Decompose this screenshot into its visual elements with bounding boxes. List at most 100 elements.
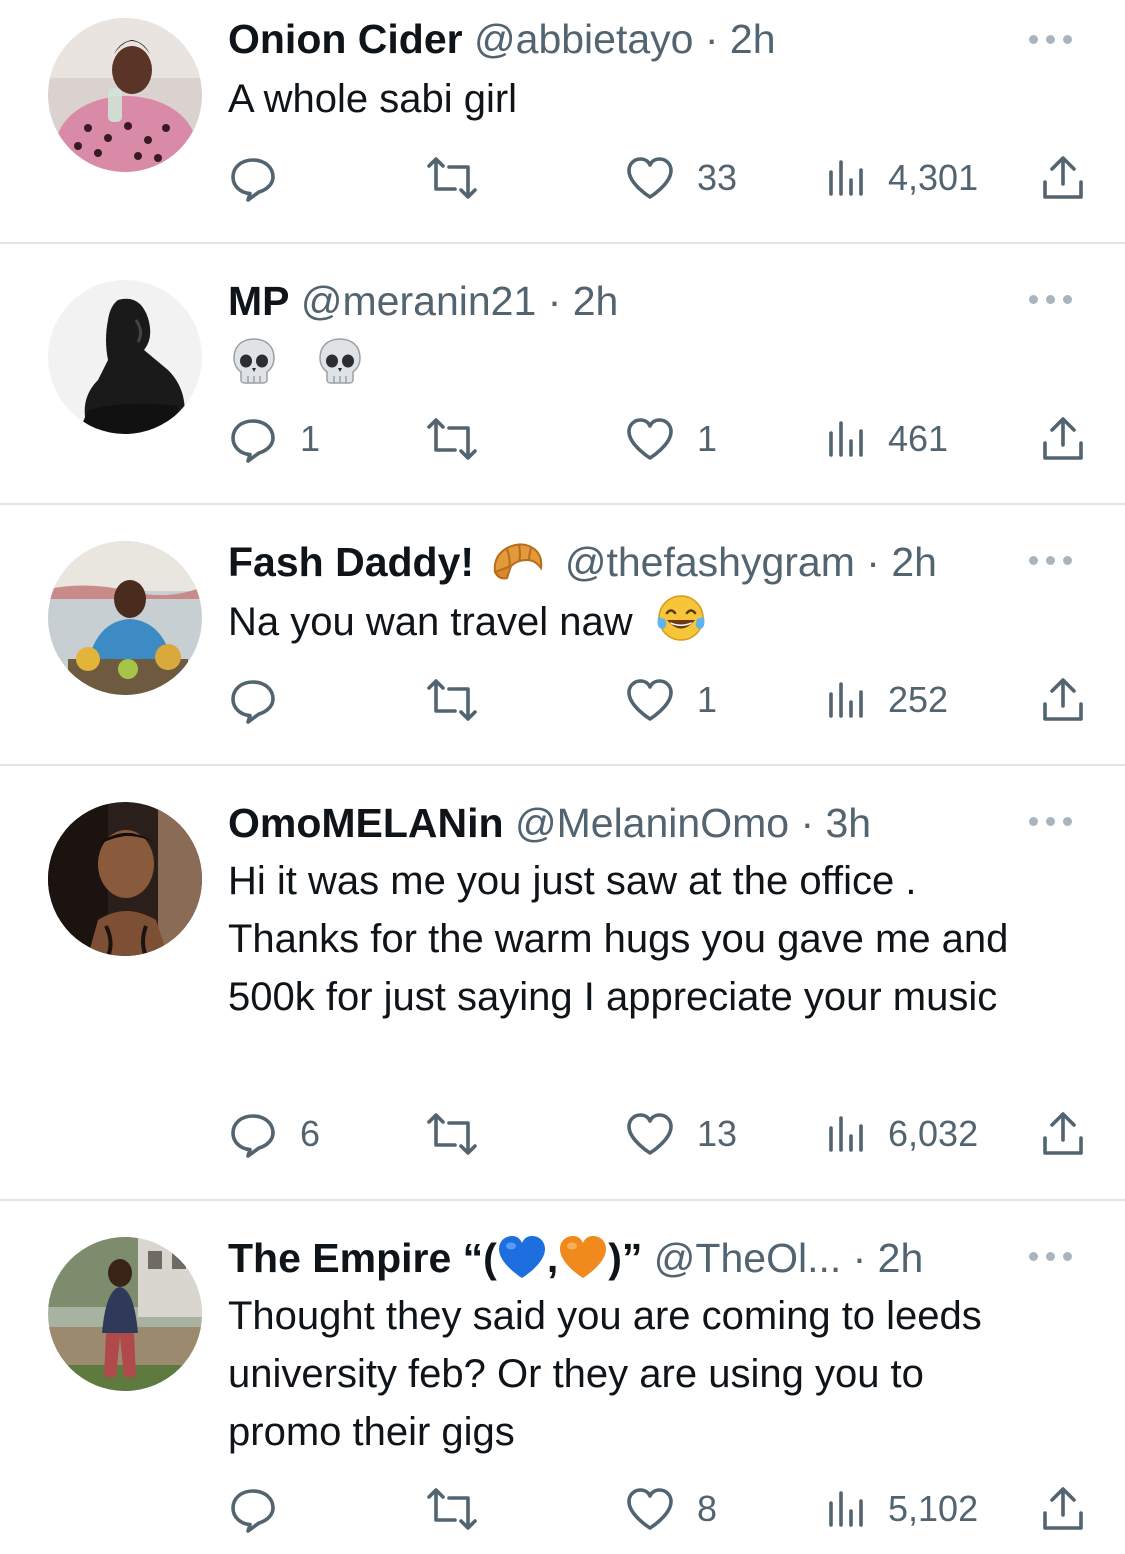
reply-icon: [231, 680, 275, 724]
display-name[interactable]: Onion Cider: [228, 16, 463, 62]
tweet-onion-cider[interactable]: Onion Cider @abbietayo · 2h A whole sabi…: [0, 0, 1125, 243]
more-options-icon[interactable]: [1020, 29, 1080, 49]
views-button[interactable]: 6,032: [826, 1104, 978, 1164]
share-icon: [1043, 678, 1083, 721]
tweet-actions: 33 4,301: [0, 148, 1125, 208]
like-count: 8: [697, 1488, 718, 1529]
view-count: 252: [888, 679, 949, 720]
views-icon: [829, 421, 863, 457]
handle-and-time[interactable]: @meranin21 · 2h: [301, 278, 618, 324]
tweet-header: Onion Cider @abbietayo · 2h: [228, 14, 985, 64]
tweet-text: [228, 330, 1045, 390]
heart-icon: [627, 1113, 673, 1155]
tweet-mp[interactable]: MP @meranin21 · 2h 1 1 461: [0, 244, 1125, 504]
share-button[interactable]: [1040, 148, 1086, 208]
display-name[interactable]: Fash Daddy!: [228, 539, 474, 585]
views-button[interactable]: 252: [826, 670, 948, 730]
tweet-omomelanin[interactable]: OmoMELANin @MelaninOmo · 3h Hi it was me…: [0, 766, 1125, 1200]
reply-icon: [231, 1114, 275, 1158]
like-button[interactable]: 13: [625, 1104, 737, 1164]
like-button[interactable]: 33: [625, 148, 737, 208]
like-button[interactable]: 8: [625, 1479, 717, 1539]
views-icon: [829, 1491, 863, 1527]
handle-and-time[interactable]: @MelaninOmo · 3h: [515, 800, 871, 846]
views-button[interactable]: 461: [826, 409, 948, 469]
like-count: 33: [697, 157, 738, 198]
tweet-header: The Empire “(,)” @TheOl... · 2h: [228, 1233, 985, 1283]
skull-emoji: [319, 338, 362, 385]
avatar[interactable]: [48, 1237, 202, 1391]
like-button[interactable]: 1: [625, 409, 717, 469]
more-options-icon[interactable]: [1020, 550, 1080, 570]
tweet-actions: 6 13 6,032: [0, 1104, 1125, 1164]
tweet-text: A whole sabi girl: [228, 77, 518, 121]
views-button[interactable]: 4,301: [826, 148, 978, 208]
reply-button[interactable]: [228, 1479, 300, 1539]
like-count: 1: [697, 418, 718, 459]
more-options-icon[interactable]: [1020, 289, 1080, 309]
share-button[interactable]: [1040, 1104, 1086, 1164]
display-name-prefix: The Empire “(: [228, 1235, 497, 1281]
tweet-text: Thought they said you are coming to leed…: [228, 1294, 982, 1454]
retweet-icon: [427, 157, 477, 199]
views-icon: [829, 160, 863, 196]
view-count: 6,032: [888, 1113, 979, 1154]
retweet-icon: [427, 1488, 477, 1530]
share-button[interactable]: [1040, 670, 1086, 730]
retweet-icon: [427, 418, 477, 460]
display-name[interactable]: The Empire “(,)”: [228, 1235, 642, 1281]
handle-and-time[interactable]: @TheOl... · 2h: [654, 1235, 923, 1281]
heart-icon: [627, 157, 673, 199]
tweet-header: Fash Daddy! @thefashygram · 2h: [228, 537, 985, 587]
retweet-button[interactable]: [425, 148, 501, 208]
views-icon: [829, 1116, 863, 1152]
views-icon: [829, 682, 863, 718]
reply-icon: [231, 158, 275, 202]
retweet-icon: [427, 1113, 477, 1155]
display-name[interactable]: OmoMELANin: [228, 800, 504, 846]
tweet-text: Na you wan travel naw: [228, 600, 633, 644]
share-button[interactable]: [1040, 409, 1086, 469]
share-icon: [1043, 156, 1083, 199]
retweet-button[interactable]: [425, 670, 501, 730]
tweet-actions: 1 252: [0, 670, 1125, 730]
more-options-icon[interactable]: [1020, 811, 1080, 831]
skull-emoji: [233, 338, 275, 385]
orange-heart-emoji: [560, 1236, 607, 1278]
tweet-fash-daddy[interactable]: Fash Daddy! @thefashygram · 2h Na you wa…: [0, 505, 1125, 765]
more-options-icon[interactable]: [1020, 1246, 1080, 1266]
heart-icon: [627, 1488, 673, 1530]
handle-and-time[interactable]: @abbietayo · 2h: [474, 16, 775, 62]
tears-of-joy-emoji: [657, 595, 705, 641]
heart-icon: [627, 679, 673, 721]
view-count: 461: [888, 418, 949, 459]
reply-icon: [231, 419, 275, 463]
like-button[interactable]: 1: [625, 670, 717, 730]
reply-button[interactable]: 1: [228, 409, 320, 469]
retweet-button[interactable]: [425, 1104, 501, 1164]
share-icon: [1043, 1487, 1083, 1530]
reply-count: 6: [300, 1113, 321, 1154]
view-count: 5,102: [888, 1488, 979, 1529]
heart-icon: [627, 418, 673, 460]
like-count: 13: [697, 1113, 738, 1154]
display-name[interactable]: MP: [228, 278, 290, 324]
avatar[interactable]: [48, 802, 202, 956]
retweet-button[interactable]: [425, 1479, 501, 1539]
share-button[interactable]: [1040, 1479, 1086, 1539]
share-icon: [1043, 1112, 1083, 1155]
display-name-separator: ,: [546, 1235, 559, 1281]
retweet-button[interactable]: [425, 409, 501, 469]
reply-button[interactable]: 6: [228, 1104, 320, 1164]
reply-button[interactable]: [228, 670, 300, 730]
view-count: 4,301: [888, 157, 979, 198]
tweet-the-empire[interactable]: The Empire “(,)” @TheOl... · 2h Thought …: [0, 1201, 1125, 1554]
share-icon: [1043, 417, 1083, 460]
handle-and-time[interactable]: @thefashygram · 2h: [565, 539, 937, 585]
reply-button[interactable]: [228, 148, 300, 208]
reply-feed: Onion Cider @abbietayo · 2h A whole sabi…: [0, 0, 1125, 1554]
blue-heart-emoji: [498, 1236, 545, 1278]
tweet-text-container: Na you wan travel naw: [228, 591, 1045, 651]
retweet-icon: [427, 679, 477, 721]
views-button[interactable]: 5,102: [826, 1479, 978, 1539]
